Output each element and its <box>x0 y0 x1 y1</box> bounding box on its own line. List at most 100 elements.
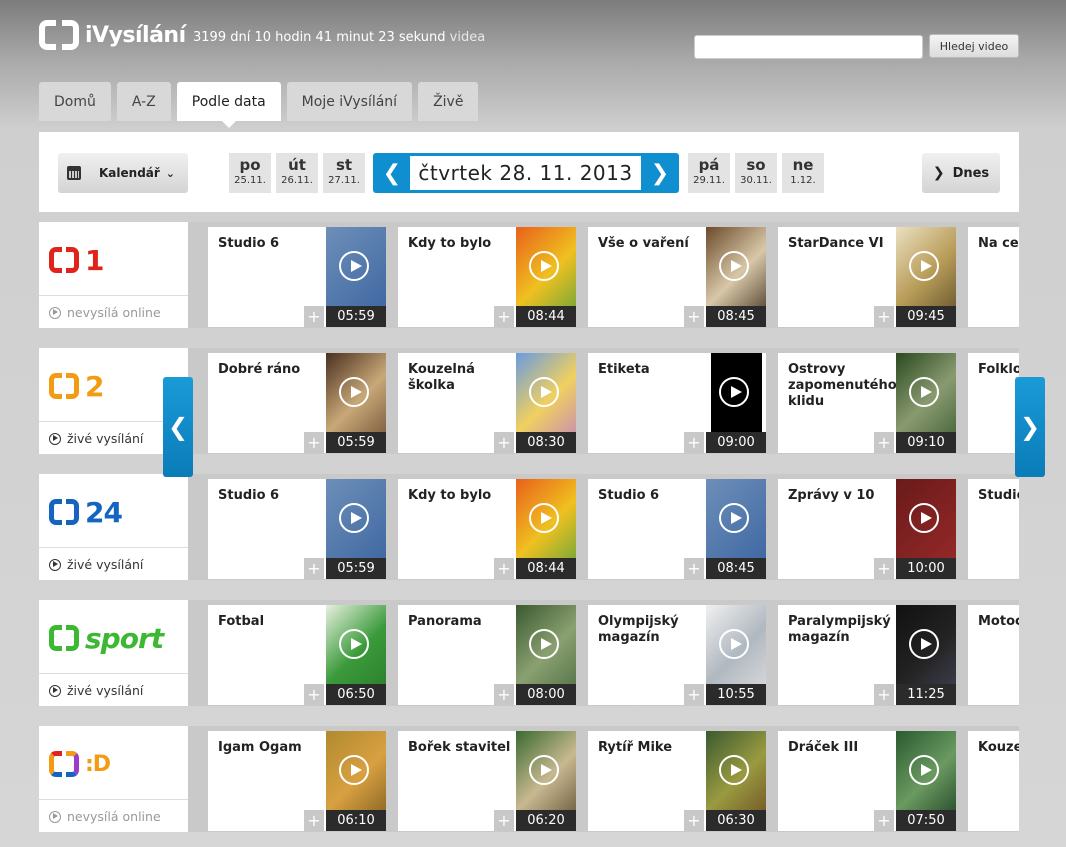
program-card[interactable]: Olympijský magazín +10:55 <box>588 605 766 705</box>
play-icon[interactable] <box>719 377 749 407</box>
program-title[interactable]: Kouzelná školka <box>408 362 518 394</box>
program-title[interactable]: Studio 6 <box>218 236 328 252</box>
play-icon[interactable] <box>909 629 939 659</box>
program-title[interactable]: Bořek stavitel <box>408 740 518 756</box>
calendar-button[interactable]: Kalendář ⌄ <box>58 153 188 193</box>
program-title[interactable]: Igam Ogam <box>218 740 328 756</box>
program-title[interactable]: StarDance VI <box>788 236 898 252</box>
program-card[interactable]: Na ces <box>968 227 1019 327</box>
channel-status[interactable]: živé vysílání <box>39 673 188 698</box>
program-card[interactable]: Folklo <box>968 353 1019 453</box>
program-card[interactable]: Motoc závod <box>968 605 1019 705</box>
play-icon[interactable] <box>529 251 559 281</box>
channel-info[interactable]: :D nevysílá online <box>39 726 188 832</box>
tab-zive[interactable]: Živě <box>418 82 479 121</box>
add-to-favorites-icon[interactable]: + <box>874 432 894 453</box>
program-card[interactable]: Dobré ráno +05:59 <box>208 353 386 453</box>
program-title[interactable]: Zprávy v 10 <box>788 488 898 504</box>
add-to-favorites-icon[interactable]: + <box>874 558 894 579</box>
channel-status[interactable]: živé vysílání <box>39 547 188 572</box>
program-card[interactable]: Fotbal +06:50 <box>208 605 386 705</box>
program-card[interactable]: Kouzelná školka +08:30 <box>398 353 576 453</box>
program-card[interactable]: Etiketa +09:00 <box>588 353 766 453</box>
channel-logo[interactable]: sport <box>49 620 164 656</box>
channel-logo[interactable]: 2 <box>49 368 105 404</box>
day-ut[interactable]: út 26.11. <box>276 153 318 193</box>
program-title[interactable]: Studio 6 <box>598 488 708 504</box>
program-title[interactable]: Vše o vaření <box>598 236 708 252</box>
program-card[interactable]: Zprávy v 10 +10:00 <box>778 479 956 579</box>
program-title[interactable]: Olympijský magazín <box>598 614 708 646</box>
search-input[interactable] <box>694 35 923 59</box>
add-to-favorites-icon[interactable]: + <box>684 558 704 579</box>
day-po[interactable]: po 25.11. <box>229 153 271 193</box>
add-to-favorites-icon[interactable]: + <box>874 306 894 327</box>
add-to-favorites-icon[interactable]: + <box>874 684 894 705</box>
scroll-right-arrow-icon[interactable]: ❯ <box>1015 377 1045 477</box>
play-icon[interactable] <box>719 755 749 785</box>
play-icon[interactable] <box>719 503 749 533</box>
play-icon[interactable] <box>339 503 369 533</box>
channel-info[interactable]: 1 nevysílá online <box>39 222 188 328</box>
play-icon[interactable] <box>339 629 369 659</box>
tab-moje-ivysilani[interactable]: Moje iVysílání <box>286 82 413 121</box>
program-card[interactable]: Igam Ogam +06:10 <box>208 731 386 831</box>
play-icon[interactable] <box>909 755 939 785</box>
program-card[interactable]: Studio 6 +05:59 <box>208 227 386 327</box>
add-to-favorites-icon[interactable]: + <box>684 810 704 831</box>
program-card[interactable]: Paralympijský magazín +11:25 <box>778 605 956 705</box>
program-card[interactable]: StarDance VI +09:45 <box>778 227 956 327</box>
play-icon[interactable] <box>719 251 749 281</box>
add-to-favorites-icon[interactable]: + <box>494 810 514 831</box>
program-card[interactable]: Studio 6 +08:45 <box>588 479 766 579</box>
ivysilani-logo[interactable]: iVysílání <box>39 20 186 50</box>
add-to-favorites-icon[interactable]: + <box>684 432 704 453</box>
tab-a-z[interactable]: A-Z <box>116 82 171 121</box>
play-icon[interactable] <box>719 629 749 659</box>
channel-info[interactable]: 24 živé vysílání <box>39 474 188 580</box>
add-to-favorites-icon[interactable]: + <box>684 306 704 327</box>
program-card[interactable]: Bořek stavitel +06:20 <box>398 731 576 831</box>
program-title[interactable]: Paralympijský magazín <box>788 614 898 646</box>
program-title[interactable]: Studio 6 <box>218 488 328 504</box>
program-title[interactable]: Rytíř Mike <box>598 740 708 756</box>
play-icon[interactable] <box>339 377 369 407</box>
program-title[interactable]: Kouze školka <box>978 740 1019 756</box>
program-title[interactable]: Panorama <box>408 614 518 630</box>
play-icon[interactable] <box>339 251 369 281</box>
play-icon[interactable] <box>909 251 939 281</box>
play-icon[interactable] <box>529 377 559 407</box>
program-title[interactable]: Fotbal <box>218 614 328 630</box>
program-card[interactable]: Vše o vaření +08:45 <box>588 227 766 327</box>
play-icon[interactable] <box>529 755 559 785</box>
program-title[interactable]: Folklo <box>978 362 1019 378</box>
add-to-favorites-icon[interactable]: + <box>304 558 324 579</box>
program-title[interactable]: Na ces <box>978 236 1019 252</box>
add-to-favorites-icon[interactable]: + <box>874 810 894 831</box>
program-card[interactable]: Rytíř Mike +06:30 <box>588 731 766 831</box>
add-to-favorites-icon[interactable]: + <box>684 684 704 705</box>
program-title[interactable]: Studio <box>978 488 1019 504</box>
play-icon[interactable] <box>339 755 369 785</box>
today-button[interactable]: ❯ Dnes <box>922 153 1000 193</box>
add-to-favorites-icon[interactable]: + <box>304 684 324 705</box>
tab-podle-data[interactable]: Podle data <box>176 82 281 128</box>
play-icon[interactable] <box>909 503 939 533</box>
day-so[interactable]: so 30.11. <box>735 153 777 193</box>
play-icon[interactable] <box>529 629 559 659</box>
tab-domu[interactable]: Domů <box>39 82 111 121</box>
program-card[interactable]: Kdy to bylo +08:44 <box>398 227 576 327</box>
channel-logo[interactable]: 1 <box>49 242 105 278</box>
program-card[interactable]: Studio <box>968 479 1019 579</box>
day-ne[interactable]: ne 1.12. <box>782 153 824 193</box>
add-to-favorites-icon[interactable]: + <box>304 306 324 327</box>
program-card[interactable]: Studio 6 +05:59 <box>208 479 386 579</box>
program-title[interactable]: Motoc závod <box>978 614 1019 630</box>
program-title[interactable]: Ostrovy zapomenutého klidu <box>788 362 898 410</box>
search-button[interactable]: Hledej video <box>929 34 1019 58</box>
program-card[interactable]: Kdy to bylo +08:44 <box>398 479 576 579</box>
program-title[interactable]: Kdy to bylo <box>408 488 518 504</box>
prev-day-arrow-icon[interactable]: ❮ <box>373 153 411 193</box>
program-card[interactable]: Dráček III +07:50 <box>778 731 956 831</box>
add-to-favorites-icon[interactable]: + <box>304 432 324 453</box>
